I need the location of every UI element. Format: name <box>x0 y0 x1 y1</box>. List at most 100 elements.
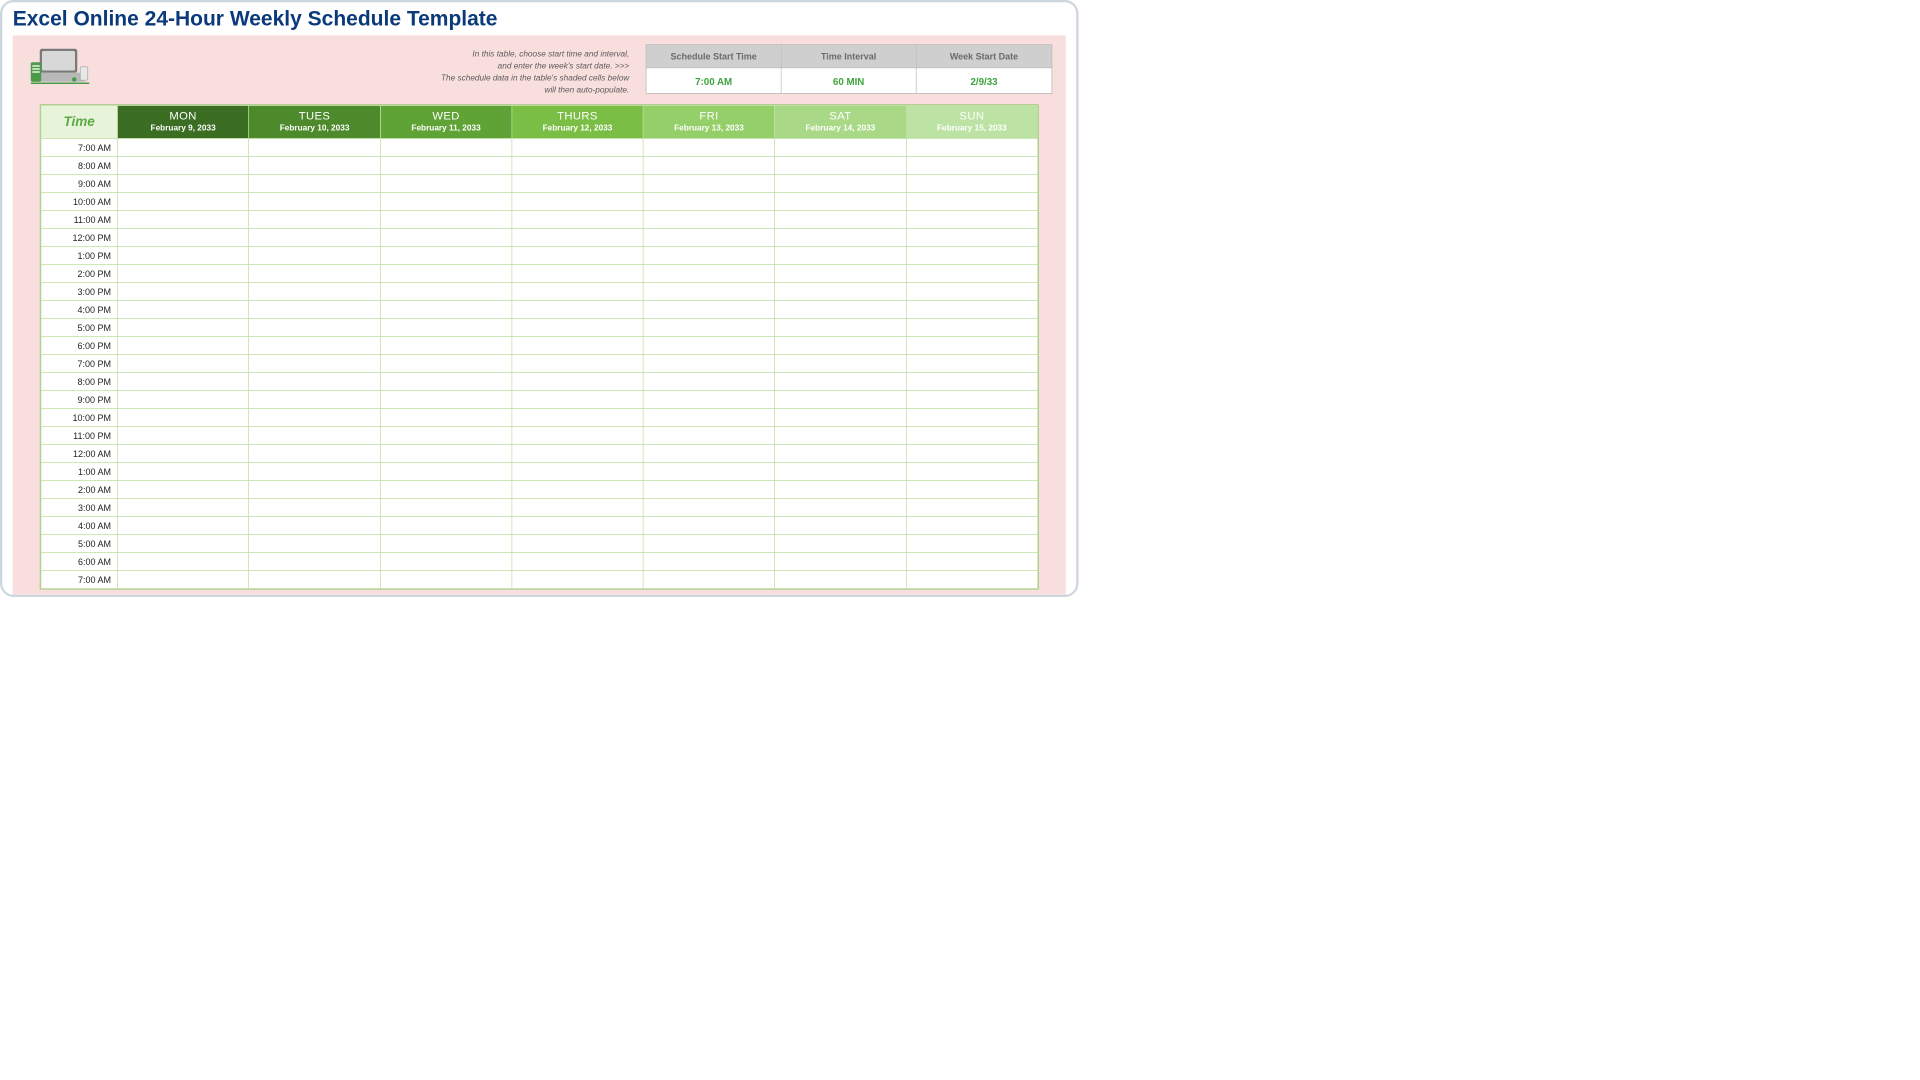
schedule-cell[interactable] <box>512 516 643 534</box>
schedule-cell[interactable] <box>380 336 511 354</box>
schedule-cell[interactable] <box>643 246 774 264</box>
schedule-cell[interactable] <box>643 282 774 300</box>
schedule-cell[interactable] <box>380 282 511 300</box>
schedule-cell[interactable] <box>775 210 906 228</box>
config-value-start-time[interactable]: 7:00 AM <box>647 68 781 93</box>
schedule-cell[interactable] <box>512 372 643 390</box>
schedule-cell[interactable] <box>512 318 643 336</box>
schedule-cell[interactable] <box>906 228 1037 246</box>
schedule-cell[interactable] <box>775 138 906 156</box>
schedule-cell[interactable] <box>117 516 248 534</box>
schedule-cell[interactable] <box>380 246 511 264</box>
schedule-cell[interactable] <box>775 174 906 192</box>
schedule-cell[interactable] <box>249 462 380 480</box>
config-value-interval[interactable]: 60 MIN <box>782 68 916 93</box>
schedule-cell[interactable] <box>512 210 643 228</box>
schedule-cell[interactable] <box>380 318 511 336</box>
config-value-week-start[interactable]: 2/9/33 <box>917 68 1052 93</box>
schedule-cell[interactable] <box>117 534 248 552</box>
schedule-cell[interactable] <box>643 498 774 516</box>
schedule-cell[interactable] <box>117 570 248 588</box>
schedule-cell[interactable] <box>512 354 643 372</box>
schedule-cell[interactable] <box>512 390 643 408</box>
schedule-cell[interactable] <box>643 408 774 426</box>
schedule-cell[interactable] <box>380 156 511 174</box>
schedule-cell[interactable] <box>249 318 380 336</box>
schedule-cell[interactable] <box>906 444 1037 462</box>
schedule-cell[interactable] <box>906 498 1037 516</box>
schedule-cell[interactable] <box>906 318 1037 336</box>
schedule-cell[interactable] <box>380 552 511 570</box>
schedule-cell[interactable] <box>249 372 380 390</box>
schedule-cell[interactable] <box>775 444 906 462</box>
schedule-cell[interactable] <box>117 354 248 372</box>
schedule-cell[interactable] <box>512 408 643 426</box>
schedule-cell[interactable] <box>775 300 906 318</box>
schedule-cell[interactable] <box>906 138 1037 156</box>
schedule-cell[interactable] <box>249 552 380 570</box>
schedule-cell[interactable] <box>380 192 511 210</box>
schedule-cell[interactable] <box>775 390 906 408</box>
schedule-cell[interactable] <box>775 516 906 534</box>
schedule-cell[interactable] <box>643 228 774 246</box>
schedule-cell[interactable] <box>249 210 380 228</box>
schedule-cell[interactable] <box>775 498 906 516</box>
schedule-cell[interactable] <box>643 552 774 570</box>
schedule-cell[interactable] <box>249 300 380 318</box>
schedule-cell[interactable] <box>380 444 511 462</box>
schedule-cell[interactable] <box>117 282 248 300</box>
schedule-cell[interactable] <box>906 372 1037 390</box>
schedule-cell[interactable] <box>249 156 380 174</box>
schedule-cell[interactable] <box>512 156 643 174</box>
schedule-cell[interactable] <box>380 462 511 480</box>
schedule-cell[interactable] <box>249 138 380 156</box>
schedule-cell[interactable] <box>512 534 643 552</box>
schedule-cell[interactable] <box>249 570 380 588</box>
schedule-cell[interactable] <box>249 174 380 192</box>
schedule-cell[interactable] <box>775 192 906 210</box>
schedule-cell[interactable] <box>512 246 643 264</box>
schedule-cell[interactable] <box>643 390 774 408</box>
schedule-cell[interactable] <box>906 354 1037 372</box>
schedule-cell[interactable] <box>775 372 906 390</box>
schedule-cell[interactable] <box>117 192 248 210</box>
schedule-cell[interactable] <box>380 174 511 192</box>
schedule-cell[interactable] <box>775 534 906 552</box>
schedule-cell[interactable] <box>249 516 380 534</box>
schedule-cell[interactable] <box>117 390 248 408</box>
schedule-cell[interactable] <box>775 426 906 444</box>
schedule-cell[interactable] <box>775 354 906 372</box>
schedule-cell[interactable] <box>643 480 774 498</box>
schedule-cell[interactable] <box>906 264 1037 282</box>
schedule-cell[interactable] <box>117 318 248 336</box>
schedule-cell[interactable] <box>906 570 1037 588</box>
schedule-cell[interactable] <box>249 426 380 444</box>
schedule-cell[interactable] <box>380 300 511 318</box>
schedule-cell[interactable] <box>775 336 906 354</box>
schedule-cell[interactable] <box>643 462 774 480</box>
schedule-cell[interactable] <box>512 462 643 480</box>
schedule-cell[interactable] <box>249 264 380 282</box>
schedule-cell[interactable] <box>380 408 511 426</box>
schedule-cell[interactable] <box>775 264 906 282</box>
schedule-cell[interactable] <box>512 300 643 318</box>
schedule-cell[interactable] <box>117 300 248 318</box>
schedule-cell[interactable] <box>249 228 380 246</box>
schedule-cell[interactable] <box>380 264 511 282</box>
schedule-cell[interactable] <box>249 282 380 300</box>
schedule-cell[interactable] <box>380 498 511 516</box>
schedule-cell[interactable] <box>512 336 643 354</box>
schedule-cell[interactable] <box>775 318 906 336</box>
schedule-cell[interactable] <box>643 138 774 156</box>
schedule-cell[interactable] <box>512 552 643 570</box>
schedule-cell[interactable] <box>906 390 1037 408</box>
schedule-cell[interactable] <box>249 408 380 426</box>
schedule-cell[interactable] <box>380 480 511 498</box>
schedule-cell[interactable] <box>906 480 1037 498</box>
schedule-cell[interactable] <box>117 498 248 516</box>
schedule-cell[interactable] <box>906 300 1037 318</box>
schedule-cell[interactable] <box>643 372 774 390</box>
schedule-cell[interactable] <box>775 282 906 300</box>
schedule-cell[interactable] <box>906 174 1037 192</box>
schedule-cell[interactable] <box>117 228 248 246</box>
